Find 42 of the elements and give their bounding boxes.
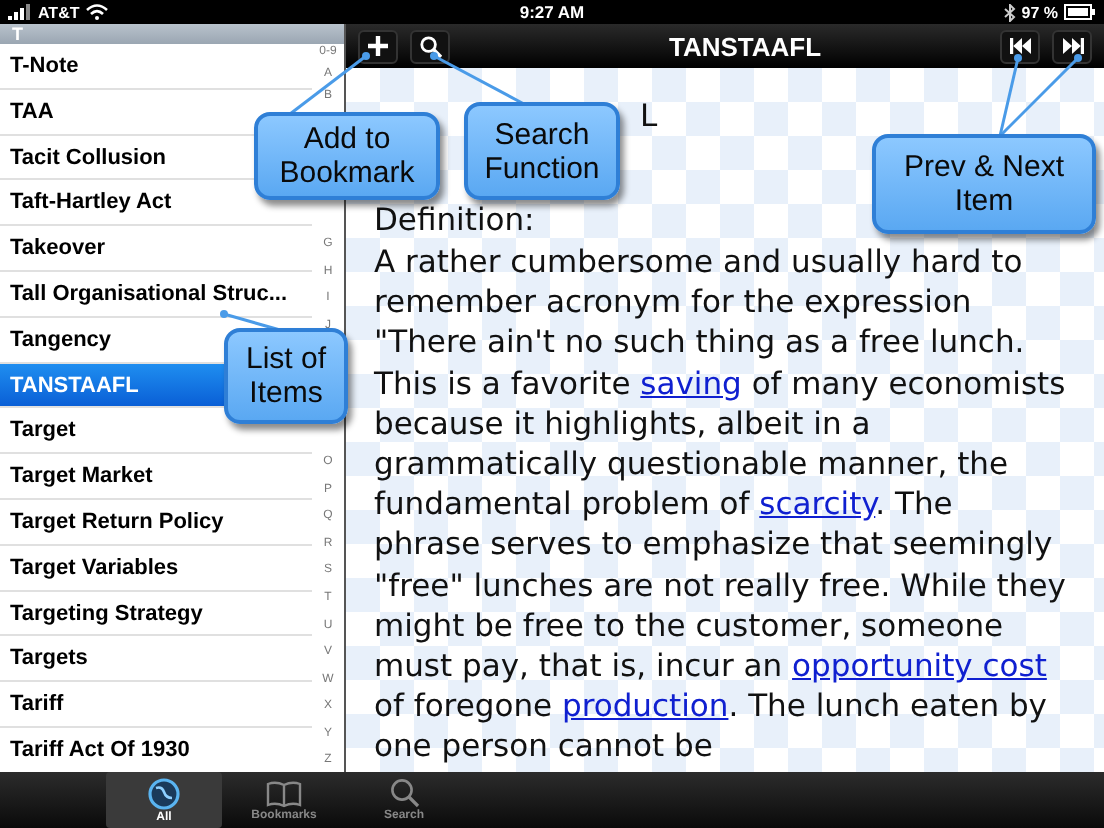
book-icon [266, 779, 302, 807]
list-item[interactable]: Tariff [0, 682, 312, 728]
term-link[interactable]: scarcity [759, 486, 876, 523]
annotation-tooltip: Add to Bookmark [254, 112, 440, 200]
definition-text: A rather cumbersome and usually hard to remember acronym for the expression "There ain't no such thing as a free lunch. This is a favorite saving of many economists because it highlights, albeit in a grammatically questionable manner, the fundamental problem of scarcity. The phrase serves to emphasize that seemingly "free" lunches are not really free. While they might be free to the customer, someone must pay, that is, incur an opportunity cost of foregone production. The lunch eaten by one person cannot be [374, 242, 1066, 768]
bluetooth-icon [1003, 3, 1016, 21]
leader-line [289, 52, 370, 116]
list-item[interactable]: Target Variables [0, 545, 312, 592]
search-icon [419, 35, 441, 57]
nav-title: TANSTAAFL [666, 31, 824, 61]
list-item[interactable]: Targeting Strategy [0, 591, 312, 637]
list-item[interactable]: Tall Organisational Struc... [0, 271, 312, 318]
leader-line [430, 52, 525, 106]
article-heading: L [640, 98, 658, 134]
next-button[interactable] [1052, 29, 1092, 63]
term-link[interactable]: saving [640, 365, 742, 402]
wifi-icon [85, 4, 108, 20]
clock-text: 9:27 AM [519, 2, 585, 22]
term-link[interactable]: opportunity cost [792, 648, 1047, 685]
search-button[interactable] [410, 29, 450, 63]
list-item[interactable]: Target Market [0, 454, 312, 500]
search-icon [389, 778, 419, 808]
skip-back-icon [1009, 38, 1031, 54]
list-item[interactable]: T-Note [0, 44, 312, 90]
list-item[interactable]: Target Return Policy [0, 499, 312, 546]
plus-icon [368, 36, 388, 56]
annotation-tooltip: List of Items [224, 328, 348, 424]
skip-forward-icon [1061, 38, 1083, 54]
term-link[interactable]: production [561, 688, 729, 725]
annotation-tooltip: Search Function [464, 102, 620, 200]
previous-button[interactable] [1000, 29, 1040, 63]
list-item[interactable]: Targets [0, 636, 312, 683]
carrier-text: AT&T [38, 3, 80, 21]
battery-icon [1064, 4, 1096, 20]
definition-label: Definition: [374, 202, 535, 238]
list-item[interactable]: Takeover [0, 226, 312, 272]
add-button[interactable] [358, 29, 398, 63]
section-header: T [0, 24, 344, 44]
battery-text: 97 % [1021, 3, 1058, 21]
annotation-tooltip: Prev & Next Item [872, 134, 1096, 234]
leader-line [220, 310, 281, 332]
signal-icon [8, 4, 32, 20]
